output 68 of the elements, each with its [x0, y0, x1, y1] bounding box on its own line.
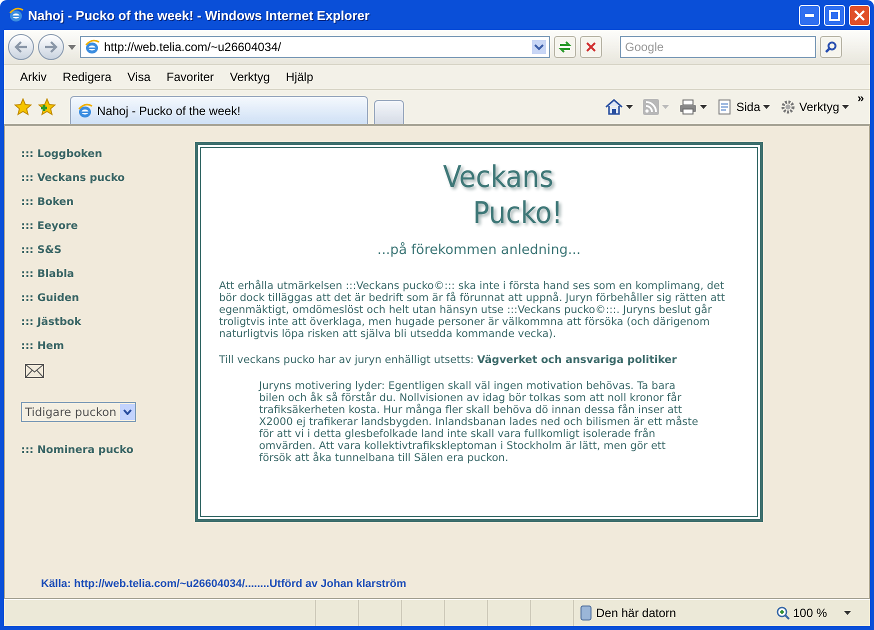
print-button[interactable] — [677, 99, 710, 115]
window-title: Nahoj - Pucko of the week! - Windows Internet Explorer — [28, 8, 371, 22]
feed-icon — [643, 99, 660, 115]
caret-icon — [763, 105, 770, 109]
paragraph: Till veckans pucko har av juryn enhälligt utsetts: Vägverket och ansvariga politiker — [219, 354, 678, 366]
browser-tab[interactable]: Nahoj - Pucko of the week! — [70, 96, 368, 124]
zone-text: Den här datorn — [596, 606, 676, 620]
subtitle: ...på förekommen anledning... — [376, 242, 582, 258]
refresh-button[interactable] — [554, 36, 576, 58]
minimize-icon — [805, 14, 814, 16]
printer-icon — [679, 99, 698, 115]
ie-logo-icon — [8, 7, 24, 23]
menu-item[interactable]: Visa — [119, 68, 159, 86]
caret-icon — [626, 105, 634, 109]
menu-item[interactable]: Arkiv — [12, 68, 55, 86]
menu-item[interactable]: Verktyg — [222, 68, 278, 86]
caret-icon — [844, 611, 852, 615]
zoom-icon — [776, 606, 790, 620]
search-field[interactable]: Google — [620, 36, 816, 58]
menu-item[interactable]: Redigera — [54, 68, 120, 86]
command-button[interactable]: Sida — [715, 99, 772, 115]
stop-icon — [586, 42, 596, 52]
forward-arrow-icon — [44, 41, 58, 53]
close-button[interactable] — [849, 4, 870, 26]
gear-icon — [780, 99, 796, 115]
menu-item[interactable]: Hjälp — [278, 68, 322, 86]
command-button[interactable]: Verktyg — [778, 99, 852, 115]
add-star-icon[interactable] — [38, 98, 56, 116]
sidebar-link[interactable]: ::: Veckans pucko — [21, 166, 125, 190]
address-field[interactable]: http://web.telia.com/~u26604034/ — [80, 36, 550, 58]
heading-text: Veckans — [443, 160, 554, 196]
maximize-button[interactable] — [824, 4, 845, 26]
search-icon — [825, 41, 837, 53]
caret-icon — [662, 105, 670, 109]
envelope-icon[interactable] — [25, 364, 44, 378]
sidebar-link[interactable]: ::: Jästbok — [21, 310, 82, 334]
search-button[interactable] — [820, 36, 842, 58]
sidebar-link[interactable]: ::: Boken — [21, 190, 74, 214]
dropdown-icon[interactable] — [532, 40, 546, 54]
overflow-chevron[interactable]: » — [857, 91, 864, 105]
sidebar-link[interactable]: ::: Loggboken — [21, 142, 102, 166]
close-icon — [854, 10, 865, 20]
minimize-button[interactable] — [799, 4, 820, 26]
heading-text: Pucko! — [473, 196, 564, 232]
zoom-button[interactable]: 100 % — [770, 600, 870, 626]
caret-icon[interactable] — [68, 44, 76, 50]
sidebar-link[interactable]: ::: Eeyore — [21, 214, 78, 238]
maximize-icon — [829, 10, 840, 20]
menu-item[interactable]: Favoriter — [158, 68, 222, 86]
quote-paragraph: Juryns motivering lyder: Egentligen skall väl ingen motivation behövas. Ta bara bilen och åk så förstår du. Nollvisionen av idag bör tolkas som att noll kronor får trafiksäkerheten kosta. Hur många fler skall behöva dö innan dessa fån inser att X2000 ej trafikerar landsbygden. Inlandsbanan lades ned och bilismen är ett måste för att vi i detta glesbefolkade land inte skall vara fullkomligt isolerade från omvärden. Att vara kollektivtrafikskleptoman i Stockholm är lätt, men gör ett försök att åka tunnelbana till Sälen era puckon. — [259, 380, 699, 464]
dropdown[interactable]: Tidigare puckon — [21, 402, 136, 422]
home-button[interactable] — [603, 99, 636, 115]
sidebar-link[interactable]: ::: S&S — [21, 238, 62, 262]
stop-button[interactable] — [580, 36, 602, 58]
sidebar-link[interactable]: ::: Nominera pucko — [21, 438, 134, 462]
back-arrow-icon — [14, 41, 28, 53]
sidebar-link[interactable]: ::: Hem — [21, 334, 64, 358]
sidebar-link[interactable]: ::: Guiden — [21, 286, 80, 310]
source-credit: Källa: http://web.telia.com/~u26604034/........Utförd av Johan klarström — [40, 578, 408, 592]
home-icon — [605, 99, 624, 115]
forward-button[interactable] — [38, 34, 64, 60]
star-icon[interactable] — [14, 98, 32, 116]
back-button[interactable] — [8, 34, 34, 60]
paragraph: Att erhålla utmärkelsen :::Veckans pucko©::: ska inte i första hand ses som en komplimang, det bör dock tilläggas att det är bedrift som är få förunnat att uppnå. Juryn förbehåller sig rätten att egenmäktigt, omdömeslöst och helt utan hänsyn utse :::Veckans pucko©:::. Juryns beslut går troligtvis inte att överklaga, men hugade personer är välkommna att försöka (och därigenom naturligtvis löpa risken att själva bli utsedda kommande vecka). — [219, 280, 726, 340]
caret-icon — [842, 105, 850, 109]
caret-icon — [700, 105, 708, 109]
refresh-icon — [558, 40, 572, 54]
sidebar-link[interactable]: ::: Blabla — [21, 262, 74, 286]
